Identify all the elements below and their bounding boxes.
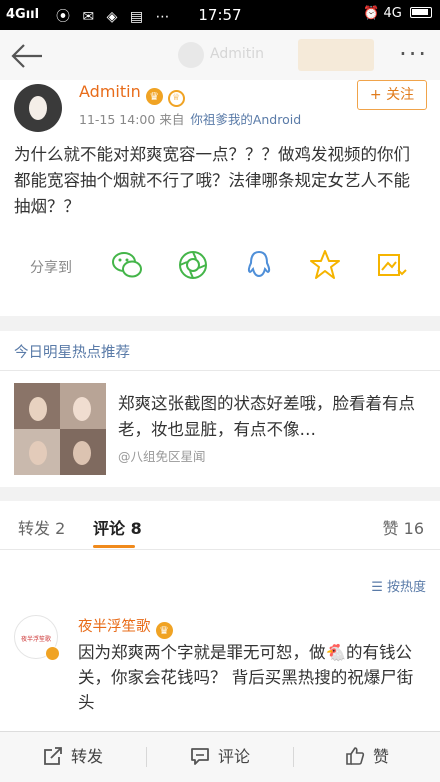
tab-comments[interactable]: 评论 8 (93, 515, 142, 539)
crown-badge-icon: ♕ (167, 90, 185, 107)
like-label: 赞 (372, 747, 389, 766)
post-author[interactable]: Admitin ♛ ♕ (79, 82, 185, 107)
sort-control[interactable]: ☰ 按热度 (371, 576, 426, 595)
post-meta: 11-15 14:00 来自 你祖爹我的Android (79, 109, 301, 128)
faded-follow-button (298, 39, 374, 71)
collage-image (14, 383, 106, 475)
repost-button[interactable]: 转发 (0, 732, 146, 782)
bottom-action-bar: 转发 评论 赞 (0, 731, 440, 782)
follow-button[interactable]: + 关注 (357, 80, 427, 110)
vip-badge-icon: ♛ (145, 88, 163, 105)
faded-author-avatar (178, 42, 204, 68)
comment-button[interactable]: 评论 (147, 732, 293, 782)
post-source[interactable]: 你祖爹我的Android (190, 112, 301, 127)
share-label: 分享到 (30, 260, 72, 276)
alarm-icon: ⏰ (363, 6, 380, 21)
battery-icon (410, 7, 432, 18)
thumbs-up-icon (346, 747, 365, 765)
tab-likes[interactable]: 赞 16 (383, 515, 424, 539)
sort-icon: ☰ (371, 580, 383, 595)
more-options-icon[interactable]: ··· (399, 40, 428, 68)
like-button[interactable]: 赞 (294, 732, 440, 782)
hot-topic-thumbnail[interactable] (14, 383, 106, 475)
comment-text: 因为郑爽两个字就是罪无可恕，做🐔的有钱公关，你家会花钱吗？ 背后买黑热搜的祝爆尸… (78, 643, 414, 712)
network-type: 4G (383, 6, 402, 21)
sort-label: 按热度 (386, 580, 426, 595)
status-right: ⏰ 4G (363, 6, 432, 21)
top-navigation-bar: Admitin ··· (0, 30, 440, 80)
verified-badge-icon (45, 646, 60, 661)
wechat-icon[interactable] (110, 248, 144, 282)
hot-topic-card[interactable]: 今日明星热点推荐 郑爽这张截图的状态好差哦，脸看着有点老，妆也显脏，有点不像… … (0, 331, 440, 487)
favorite-star-icon[interactable] (308, 248, 342, 282)
author-name[interactable]: Admitin (79, 82, 141, 101)
faded-author-name: Admitin (210, 46, 264, 62)
tab-reposts[interactable]: 转发 2 (18, 515, 65, 539)
repost-label: 转发 (70, 747, 103, 766)
comment-label: 评论 (217, 747, 250, 766)
commenter-name-row[interactable]: 夜半浮笙歌 ♛ (78, 615, 173, 639)
hot-topic-title: 今日明星热点推荐 (14, 345, 130, 361)
commenter-name[interactable]: 夜半浮笙歌 (78, 619, 151, 635)
source-prefix: 来自 (159, 112, 185, 127)
status-bar: 4Gııl ⦿ ✉ ◈ ▤ ⋯ 17:57 ⏰ 4G (0, 0, 440, 30)
moments-icon[interactable] (176, 248, 210, 282)
comment-icon (191, 748, 209, 765)
commenter-avatar[interactable]: 夜半浮笙歌 (14, 615, 60, 661)
post-text: 为什么就不能对郑爽宽容一点？？？做鸡发视频的你们都能宽容抽个烟就不行了哦？法律哪… (14, 145, 410, 216)
weibo-post: Admitin ♛ ♕ 11-15 14:00 来自 你祖爹我的Android + 关… (0, 80, 440, 316)
comments-section: 转发 2 评论 8 赞 16 ☰ 按热度 夜半浮笙歌 夜半浮笙歌 ♛ 因为郑爽两个… (0, 501, 440, 731)
avatar-text: 夜半浮笙歌 (21, 636, 52, 643)
back-arrow-icon[interactable] (10, 42, 44, 70)
divider (0, 549, 440, 550)
active-tab-indicator (93, 545, 135, 548)
qq-icon[interactable] (242, 248, 276, 282)
divider (0, 370, 440, 371)
author-avatar[interactable] (14, 84, 62, 132)
hot-topic-text: 郑爽这张截图的状态好差哦，脸看着有点老，妆也显脏，有点不像… (118, 394, 415, 439)
repost-icon (44, 747, 62, 765)
post-time: 11-15 14:00 (79, 112, 156, 127)
hot-topic-source[interactable]: @八组免区星闻 (118, 446, 206, 465)
qzone-icon[interactable] (374, 248, 408, 282)
vip-badge-icon: ♛ (155, 622, 173, 639)
